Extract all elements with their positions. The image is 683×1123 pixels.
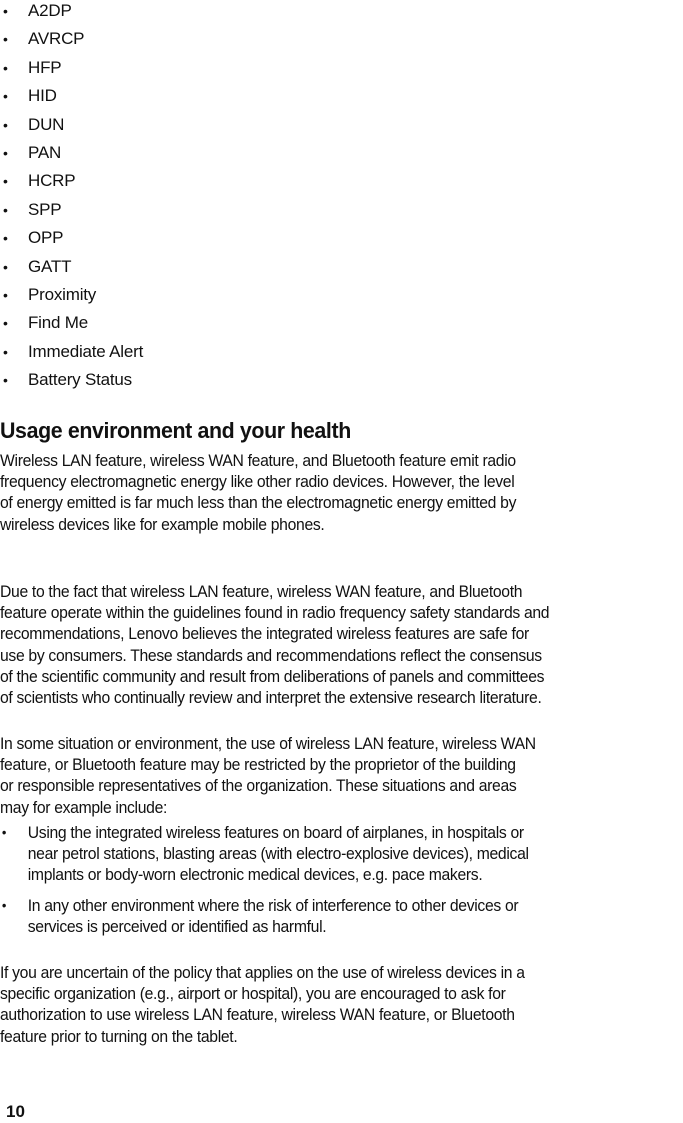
- paragraph-emission: Wireless LAN feature, wireless WAN featu…: [0, 450, 666, 535]
- bullet-icon: •: [3, 173, 8, 190]
- paragraph-uncertain-policy: If you are uncertain of the policy that …: [0, 962, 666, 1047]
- text-line: services is perceived or identified as h…: [27, 916, 327, 936]
- bullet-icon: •: [3, 116, 8, 133]
- text-line: recommendations, Lenovo believes the int…: [0, 624, 529, 644]
- profile-label: Find Me: [28, 313, 89, 333]
- bullet-icon: •: [3, 343, 8, 360]
- text-line: Wireless LAN feature, wireless WAN featu…: [0, 451, 516, 470]
- list-item: • HFP: [0, 57, 143, 85]
- list-item: • A2DP: [0, 0, 143, 28]
- text-line: authorization to use wireless LAN featur…: [0, 1005, 515, 1025]
- section-heading: Usage environment and your health: [0, 418, 351, 443]
- profile-label: AVRCP: [28, 29, 85, 49]
- profile-label: DUN: [28, 114, 65, 134]
- list-item: • Using the integrated wireless features…: [0, 822, 666, 886]
- text-line: feature prior to turning on the tablet.: [0, 1026, 238, 1046]
- text-line: frequency electromagnetic energy like ot…: [0, 472, 515, 492]
- bullet-icon: •: [3, 372, 8, 389]
- profile-label: HFP: [28, 57, 62, 77]
- profile-label: A2DP: [28, 1, 72, 20]
- profile-label: SPP: [28, 199, 62, 219]
- bullet-icon: •: [3, 88, 8, 105]
- bullet-icon: •: [3, 315, 8, 332]
- restricted-areas-list: • Using the integrated wireless features…: [0, 822, 666, 946]
- list-item: • HCRP: [0, 170, 143, 198]
- bullet-icon: •: [1, 824, 7, 840]
- text-line: may for example include:: [0, 797, 168, 817]
- text-line: of energy emitted is far much less than …: [0, 493, 517, 513]
- text-line: implants or body-worn electronic medical…: [27, 865, 483, 885]
- bullet-icon: •: [3, 59, 8, 76]
- paragraph-safety-standards: Due to the fact that wireless LAN featur…: [0, 581, 666, 708]
- bullet-icon: •: [3, 3, 8, 19]
- paragraph-restrictions: In some situation or environment, the us…: [0, 733, 666, 818]
- text-line: or responsible representatives of the or…: [0, 776, 517, 796]
- list-item: • HID: [0, 85, 143, 113]
- bullet-icon: •: [3, 286, 8, 303]
- list-item: • Battery Status: [0, 369, 143, 397]
- text-line: of scientists who continually review and…: [0, 688, 542, 708]
- text-line: of the scientific community and result f…: [0, 666, 545, 686]
- text-line: wireless devices like for example mobile…: [0, 514, 325, 534]
- text-line: near petrol stations, blasting areas (wi…: [27, 844, 529, 864]
- profile-label: Immediate Alert: [28, 341, 144, 361]
- list-item: • DUN: [0, 114, 143, 142]
- list-item: • In any other environment where the ris…: [0, 895, 666, 937]
- bullet-icon: •: [1, 896, 7, 913]
- list-item: • Immediate Alert: [0, 341, 143, 369]
- bullet-icon: •: [3, 258, 8, 275]
- list-item: • PAN: [0, 142, 143, 170]
- bullet-icon: •: [3, 201, 8, 218]
- list-item: • Proximity: [0, 284, 143, 312]
- text-line: Due to the fact that wireless LAN featur…: [0, 582, 523, 601]
- text-line: In some situation or environment, the us…: [0, 734, 536, 753]
- text-line: feature operate within the guidelines fo…: [0, 603, 550, 623]
- bullet-icon: •: [3, 230, 8, 247]
- profile-label: PAN: [28, 142, 62, 162]
- bullet-icon: •: [3, 144, 8, 161]
- profile-label: HID: [28, 86, 57, 106]
- list-item: • AVRCP: [0, 28, 143, 56]
- list-item: • Find Me: [0, 312, 143, 340]
- profile-label: GATT: [28, 256, 72, 276]
- page-number: 10: [6, 1102, 25, 1121]
- bullet-icon: •: [3, 31, 8, 48]
- profile-label: Battery Status: [28, 370, 132, 390]
- text-line: If you are uncertain of the policy that …: [0, 963, 525, 982]
- profile-label: HCRP: [28, 171, 76, 191]
- bluetooth-profiles-list: • A2DP • AVRCP • HFP • HID • DUN • PAN • HCRP •…: [0, 0, 143, 397]
- profile-label: Proximity: [28, 284, 97, 304]
- text-line: feature, or Bluetooth feature may be res…: [0, 755, 516, 775]
- list-item: • GATT: [0, 256, 143, 284]
- profile-label: OPP: [28, 228, 64, 248]
- text-line: In any other environment where the risk …: [27, 895, 519, 915]
- list-item: • OPP: [0, 227, 143, 255]
- text-line: specific organization (e.g., airport or …: [0, 984, 506, 1004]
- list-item: • SPP: [0, 199, 143, 227]
- text-line: Using the integrated wireless features o…: [27, 823, 524, 842]
- text-line: use by consumers. These standards and re…: [0, 645, 542, 665]
